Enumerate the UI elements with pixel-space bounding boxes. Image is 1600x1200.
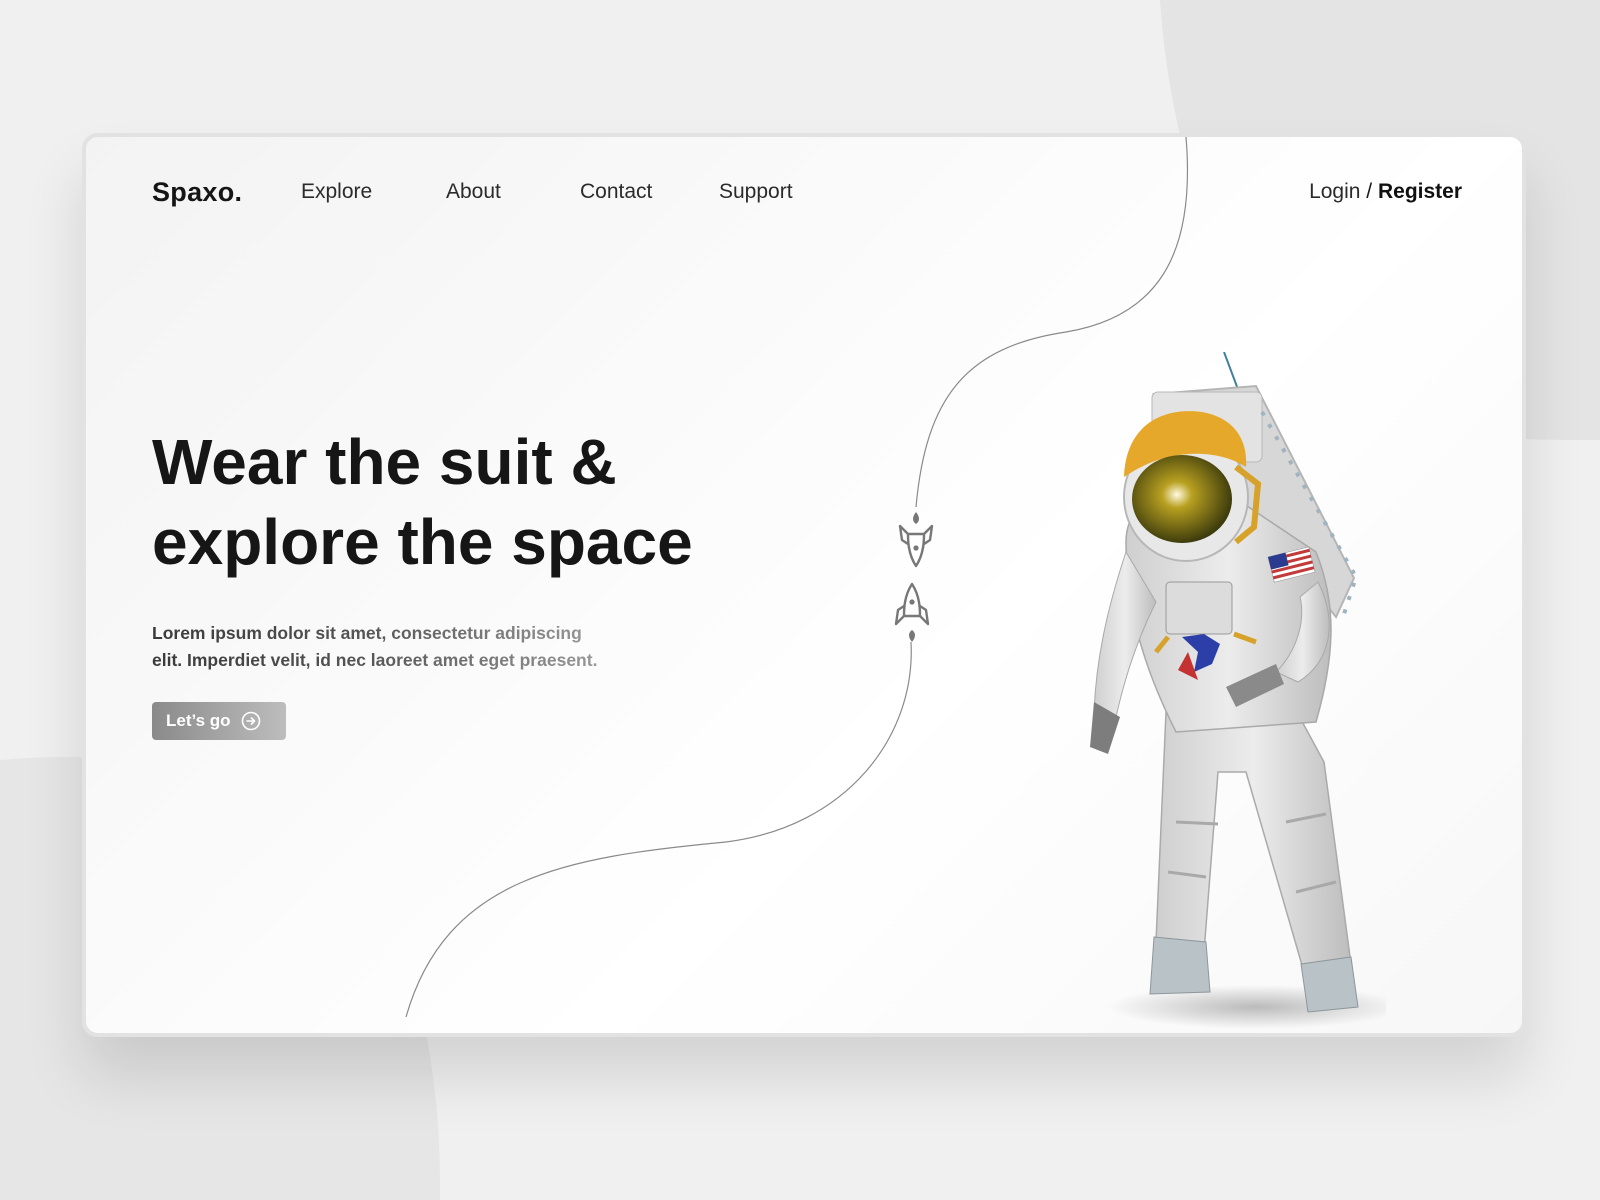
brand-logo[interactable]: Spaxo.	[152, 177, 242, 208]
nav-support[interactable]: Support	[719, 180, 793, 204]
cta-label: Let’s go	[166, 711, 231, 730]
nav-contact[interactable]: Contact	[580, 180, 652, 204]
headline-line-2: explore the space	[152, 506, 693, 578]
rocket-down-icon	[898, 512, 934, 568]
hero-headline: Wear the suit & explore the space	[152, 422, 852, 582]
rocket-up-icon	[894, 582, 930, 642]
description-line-2: elit. Imperdiet velit, id nec laoreet am…	[152, 650, 598, 670]
headline-line-1: Wear the suit &	[152, 426, 617, 498]
login-link[interactable]: Login	[1309, 180, 1360, 203]
arrow-right-circle-icon	[241, 711, 261, 731]
nav-about[interactable]: About	[446, 180, 501, 204]
hero-description: Lorem ipsum dolor sit amet, consectetur …	[152, 620, 682, 674]
description-line-1: Lorem ipsum dolor sit amet, consectetur …	[152, 623, 582, 643]
lets-go-button[interactable]: Let’s go	[152, 702, 286, 740]
landing-card: Spaxo. Explore About Contact Support Log…	[82, 133, 1526, 1037]
register-link[interactable]: Register	[1378, 180, 1462, 203]
astronaut-illustration	[1090, 352, 1386, 1029]
nav-explore[interactable]: Explore	[301, 180, 372, 204]
auth-separator: /	[1360, 180, 1378, 203]
auth-links: Login / Register	[1309, 180, 1462, 204]
